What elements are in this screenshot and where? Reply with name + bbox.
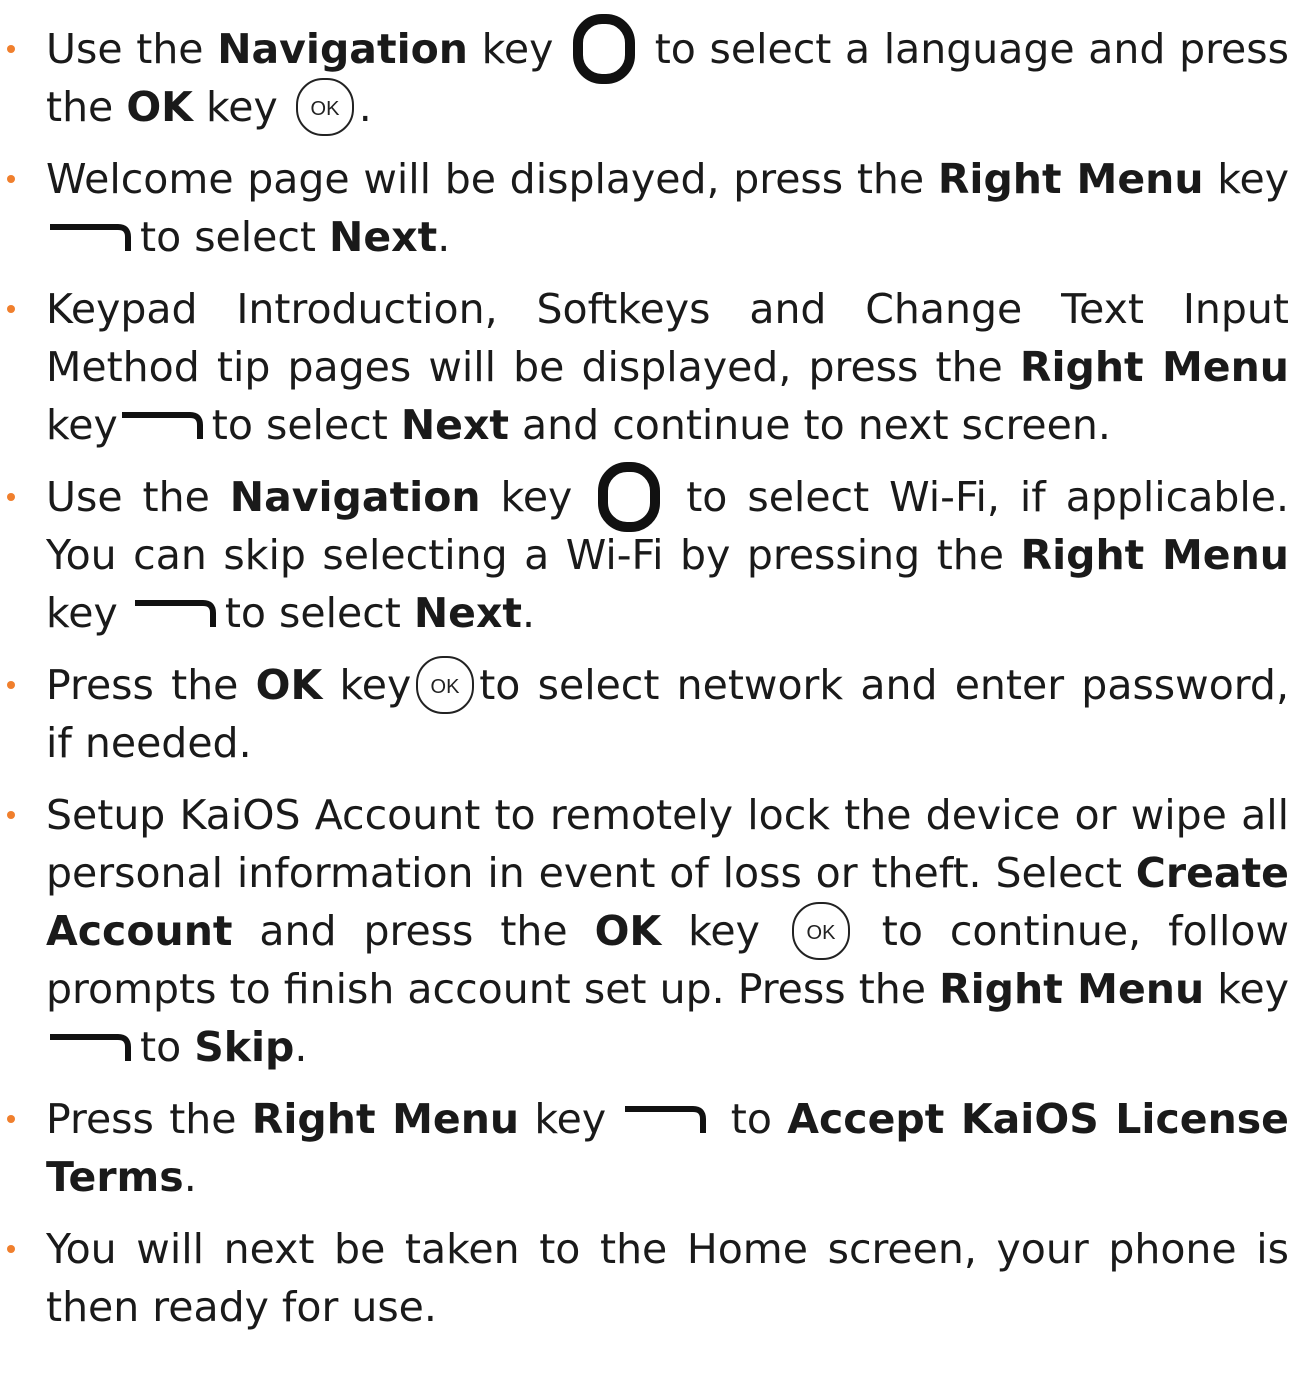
step-bold-text: OK xyxy=(594,907,662,955)
step-text: key xyxy=(519,1095,622,1143)
ok-key-label: OK xyxy=(310,98,340,120)
step-bold-text: Navigation xyxy=(217,25,468,73)
ok-key-icon: OK xyxy=(415,655,475,715)
step-text: and press the xyxy=(232,907,595,955)
step-text: . xyxy=(183,1153,197,1201)
bullet-dot xyxy=(7,811,15,819)
step-select-wifi: Use the Navigation key to select Wi-Fi, … xyxy=(0,462,1290,642)
step-bold-text: Navigation xyxy=(229,473,481,521)
step-select-language: Use the Navigation key to select a langu… xyxy=(0,14,1289,137)
ok-key-label: OK xyxy=(431,676,461,698)
step-text: . xyxy=(294,1023,308,1071)
step-text: Welcome page will be displayed, press th… xyxy=(46,155,938,203)
step-text: key xyxy=(46,401,118,449)
step-welcome-page: Welcome page will be displayed, press th… xyxy=(0,150,1289,266)
step-text: . xyxy=(358,83,372,131)
bullet-dot xyxy=(7,493,15,501)
step-text: and continue to next screen. xyxy=(509,401,1111,449)
step-bold-text: Next xyxy=(329,213,438,261)
step-select-network: Press the OK key OK to select network and … xyxy=(0,656,1289,772)
step-text: to select xyxy=(224,589,414,637)
bullet-dot xyxy=(7,305,15,313)
step-text: to xyxy=(715,1095,788,1143)
step-text: key xyxy=(322,661,412,709)
step-bold-text: Next xyxy=(400,401,509,449)
bullet-dot xyxy=(7,45,15,53)
right-menu-softkey-icon xyxy=(623,1099,707,1135)
instruction-page: Use the Navigation key to select a langu… xyxy=(0,0,1309,1377)
step-text: key xyxy=(661,907,787,955)
step-text: . xyxy=(522,589,536,637)
step-bold-text: Right Menu xyxy=(1020,531,1290,579)
step-bold-text: Right Menu xyxy=(937,155,1204,203)
step-text: Press the xyxy=(46,661,256,709)
step-bold-text: OK xyxy=(255,661,323,709)
ok-key-label: OK xyxy=(806,922,836,944)
step-text: Setup KaiOS Account to remotely lock the… xyxy=(46,791,1289,897)
step-text: key xyxy=(46,589,131,637)
bullet-dot xyxy=(7,175,15,183)
step-text: key xyxy=(480,473,593,521)
step-home-screen: You will next be taken to the Home scree… xyxy=(0,1220,1289,1336)
step-bold-text: OK xyxy=(126,83,193,131)
step-text: key xyxy=(1203,155,1289,203)
right-menu-softkey-icon xyxy=(48,217,132,253)
step-text: to xyxy=(140,1023,195,1071)
step-bold-text: Next xyxy=(413,589,523,637)
step-accept-license: Press the Right Menu key to Accept KaiOS… xyxy=(0,1090,1289,1206)
step-text: key xyxy=(1204,965,1289,1013)
ok-key-icon: OK xyxy=(791,901,851,961)
step-text: You will next be taken to the Home scree… xyxy=(46,1225,1289,1331)
step-text: key xyxy=(192,83,291,131)
step-text: key xyxy=(467,25,568,73)
bullet-dot xyxy=(7,1115,15,1123)
step-text: Press the xyxy=(46,1095,252,1143)
step-kaios-account: Setup KaiOS Account to remotely lock the… xyxy=(0,786,1289,1076)
step-bold-text: Right Menu xyxy=(1019,343,1289,391)
step-bold-text: Right Menu xyxy=(939,965,1205,1013)
step-tip-pages: Keypad Introduction, Softkeys and Change… xyxy=(0,280,1289,454)
navigation-key-icon xyxy=(571,13,637,85)
bullet-dot xyxy=(7,1245,15,1253)
ok-key-icon: OK xyxy=(295,77,355,137)
step-text: to select xyxy=(211,401,401,449)
right-menu-softkey-icon xyxy=(133,593,217,629)
step-text: . xyxy=(437,213,451,261)
bullet-dot xyxy=(7,681,15,689)
navigation-key-icon xyxy=(596,461,662,533)
step-text: Use the xyxy=(46,473,230,521)
right-menu-softkey-icon xyxy=(48,1027,132,1063)
step-text: Use the xyxy=(46,25,218,73)
setup-steps-list: Use the Navigation key to select a langu… xyxy=(0,14,1290,1336)
step-bold-text: Skip xyxy=(194,1023,295,1071)
right-menu-softkey-icon xyxy=(120,405,204,441)
step-bold-text: Right Menu xyxy=(251,1095,520,1143)
step-text: to select xyxy=(140,213,330,261)
